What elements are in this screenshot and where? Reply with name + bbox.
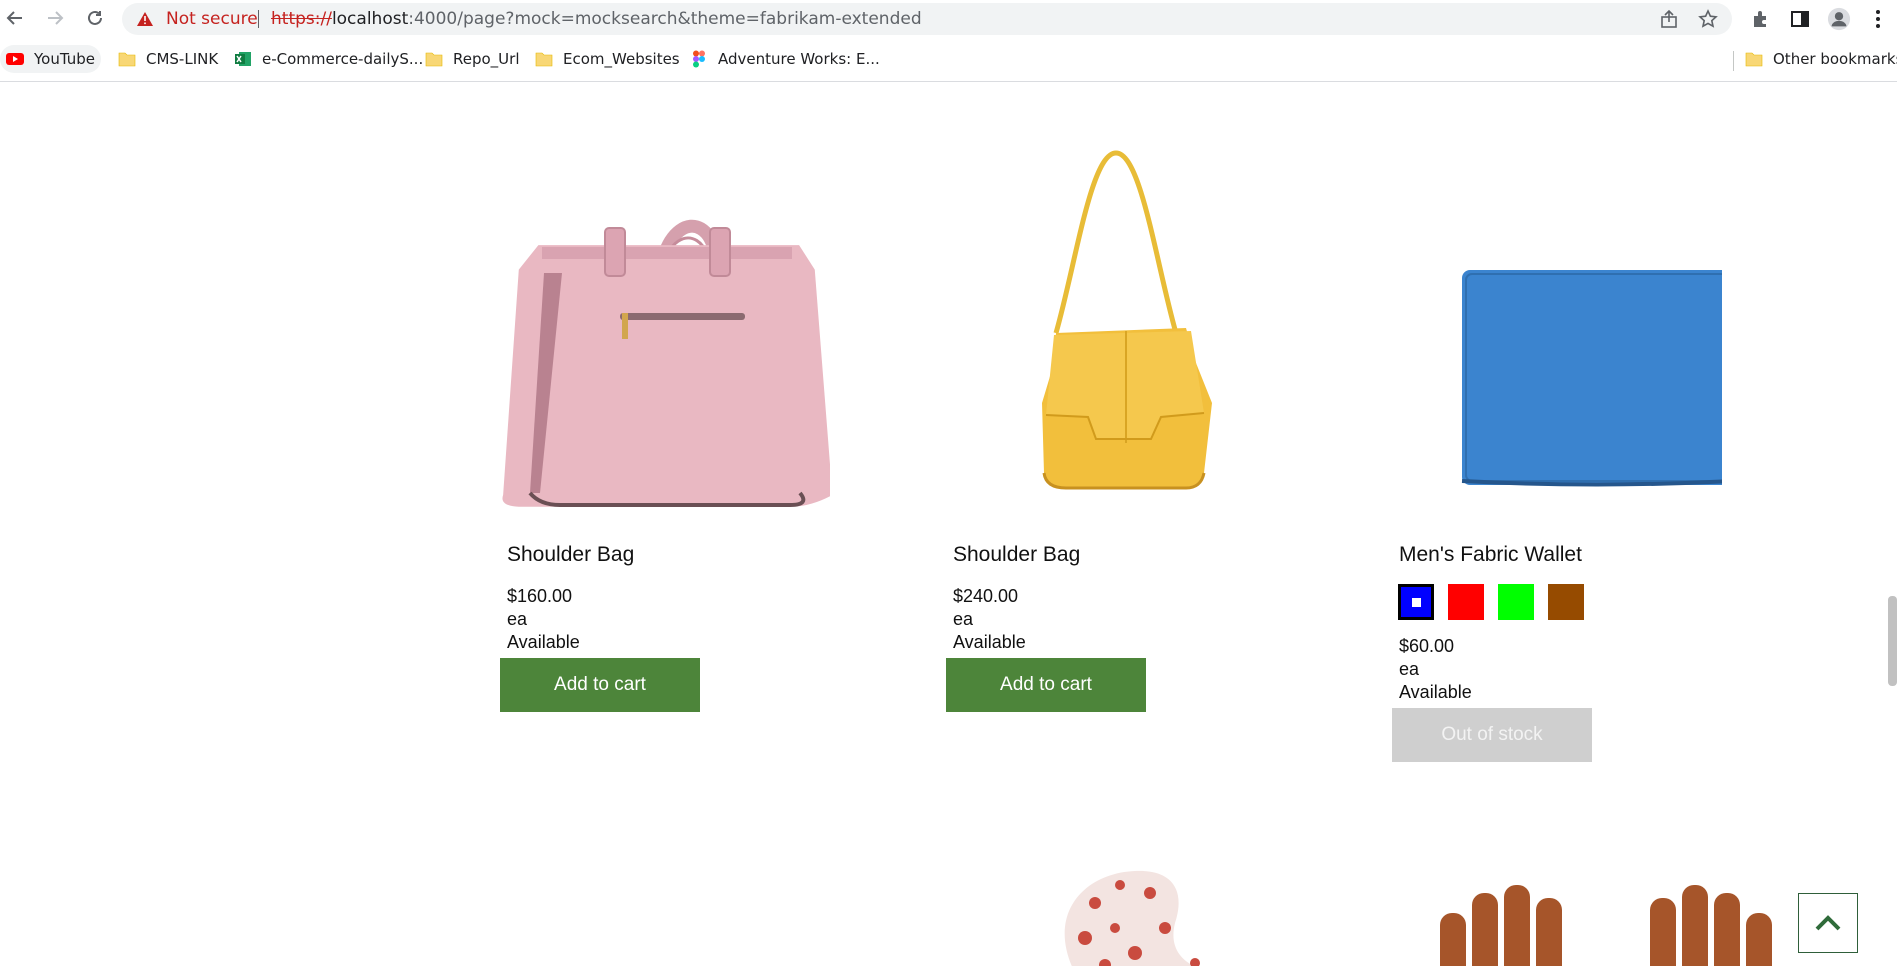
more-icon[interactable] — [1866, 7, 1890, 31]
divider — [1733, 51, 1734, 71]
bookmark-label: Adventure Works: E... — [718, 50, 880, 68]
color-swatch-red[interactable] — [1448, 584, 1484, 620]
other-bookmarks-label: Other bookmarks — [1773, 50, 1897, 68]
youtube-icon — [6, 53, 24, 65]
add-to-cart-button[interactable]: Add to cart — [946, 658, 1146, 712]
bookmark-label: e-Commerce-dailyS... — [262, 50, 424, 68]
product-name[interactable]: Shoulder Bag — [953, 543, 1080, 567]
out-of-stock-button[interactable]: Out of stock — [1392, 708, 1592, 762]
product-availability: Available — [1399, 682, 1472, 702]
bookmark-label: CMS-LINK — [146, 50, 219, 68]
scrollbar[interactable] — [1888, 596, 1897, 686]
product-image-pink-handbag[interactable] — [500, 143, 830, 523]
product-name[interactable]: Men's Fabric Wallet — [1399, 543, 1582, 567]
divider — [258, 10, 259, 28]
folder-icon — [1745, 52, 1763, 67]
figma-icon — [693, 50, 705, 68]
color-swatch-blue[interactable] — [1398, 584, 1434, 620]
color-swatch-brown[interactable] — [1548, 584, 1584, 620]
share-icon[interactable] — [1659, 9, 1679, 29]
product-unit: ea — [1399, 659, 1420, 679]
product-name[interactable]: Shoulder Bag — [507, 543, 634, 567]
back-arrow-icon[interactable] — [3, 6, 27, 30]
warning-icon — [136, 11, 154, 31]
side-panel-icon[interactable] — [1788, 7, 1812, 31]
product-price: $60.00 — [1399, 636, 1455, 656]
address-bar[interactable]: Not secure https://localhost:4000/page?m… — [122, 3, 1732, 35]
product-price: $160.00 — [507, 586, 573, 606]
folder-icon — [118, 52, 136, 67]
product-price: $240.00 — [953, 586, 1019, 606]
add-to-cart-button[interactable]: Add to cart — [500, 658, 700, 712]
bookmark-label: YouTube — [34, 50, 95, 68]
security-status[interactable]: Not secure — [166, 9, 258, 29]
product-unit: ea — [953, 609, 974, 629]
bookmark-ecommerce-daily[interactable]: e-Commerce-dailyS... — [228, 45, 429, 73]
bookmark-adventure-works[interactable]: Adventure Works: E... — [684, 45, 886, 73]
url-text[interactable]: https://localhost:4000/page?mock=mocksea… — [271, 9, 922, 29]
folder-icon — [535, 52, 553, 67]
product-image-blue-wallet[interactable] — [1392, 143, 1722, 523]
bookmark-ecom-websites[interactable]: Ecom_Websites — [529, 45, 686, 73]
product-unit: ea — [507, 609, 528, 629]
product-image-yellow-shoulder-bag[interactable] — [946, 143, 1276, 523]
chevron-up-icon — [1815, 915, 1841, 931]
bookmark-label: Repo_Url — [453, 50, 520, 68]
product-availability: Available — [953, 632, 1026, 652]
profile-icon[interactable] — [1827, 7, 1851, 31]
product-availability: Available — [507, 632, 580, 652]
forward-arrow-icon[interactable] — [43, 6, 67, 30]
extensions-icon[interactable] — [1749, 7, 1773, 31]
bookmark-youtube[interactable]: YouTube — [0, 45, 101, 73]
product-image-floral-scarf[interactable] — [1025, 833, 1335, 966]
excel-icon — [235, 52, 251, 66]
bookmarks-bar: YouTube CMS-LINK e-Commerce-dailyS... Re… — [0, 40, 1897, 82]
page-content: Shoulder Bag $160.00 ea Available Add to… — [0, 83, 1897, 966]
url-path: :4000/page?mock=mocksearch&theme=fabrika… — [408, 9, 922, 29]
browser-toolbar: Not secure https://localhost:4000/page?m… — [0, 0, 1897, 38]
bookmark-label: Ecom_Websites — [563, 50, 680, 68]
reload-icon[interactable] — [83, 6, 107, 30]
color-swatch-green[interactable] — [1498, 584, 1534, 620]
star-icon[interactable] — [1698, 9, 1718, 29]
bookmark-repo-url[interactable]: Repo_Url — [419, 45, 526, 73]
product-image-leather-gloves[interactable] — [1420, 873, 1780, 966]
folder-icon — [425, 52, 443, 67]
bookmark-cms-link[interactable]: CMS-LINK — [112, 45, 224, 73]
other-bookmarks[interactable]: Other bookmarks — [1739, 45, 1897, 73]
scroll-to-top-button[interactable] — [1798, 893, 1858, 953]
url-host: localhost — [331, 9, 409, 29]
url-scheme: https:// — [271, 9, 332, 29]
